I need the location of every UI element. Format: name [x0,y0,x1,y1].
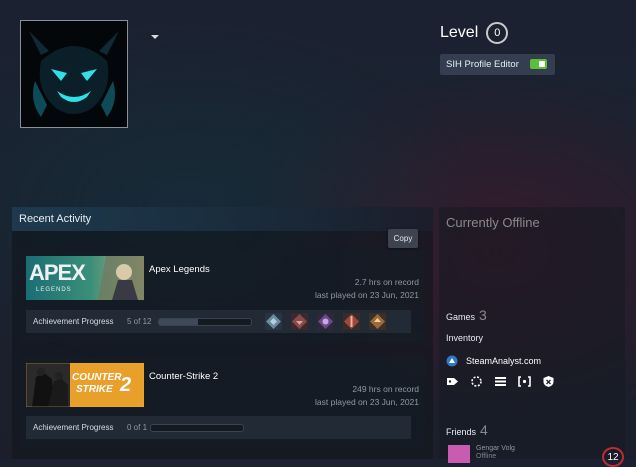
loader-icon[interactable] [470,375,483,388]
cs2-banner-text: COUNTER [72,372,122,383]
copy-tooltip[interactable]: Copy [388,229,418,248]
steamanalyst-label: SteamAnalyst.com [466,356,542,366]
friend-item[interactable]: Gengar Volg Offline 12 [446,443,624,467]
game-name-apex[interactable]: Apex Legends [149,264,210,275]
game-hours-cs2: 249 hrs on record [352,384,419,394]
list-icon[interactable] [494,375,507,388]
level-badge: 0 [486,22,509,44]
friends-label: Friends [446,427,477,437]
recent-activity-title: Recent Activity [19,213,92,225]
cs2-banner-text2: STRIKE [76,384,113,395]
achievement-progress-track [150,424,244,432]
achievement-bar-apex[interactable]: Achievement Progress 5 of 12 [26,310,411,333]
steamanalyst-link[interactable]: SteamAnalyst.com [446,355,541,367]
game-name-cs2[interactable]: Counter-Strike 2 [149,371,218,382]
games-label: Games [446,312,476,322]
achievement-bar-cs2[interactable]: Achievement Progress 0 of 1 [26,416,411,439]
game-last-played-apex: last played on 23 Jun, 2021 [315,290,419,300]
level-display: Level 0 [440,22,509,44]
achievement-label: Achievement Progress [33,423,114,432]
achievement-count: 0 of 1 [127,423,148,432]
achievement-icon[interactable] [317,313,334,330]
bracket-icon[interactable] [518,375,531,388]
achievement-progress-fill [159,319,198,325]
apex-banner-subtext: LEGENDS [36,287,72,293]
game-banner-cs2[interactable]: COUNTER STRIKE 2 [26,363,144,407]
inventory-tool-icons [446,375,555,388]
tag-icon[interactable] [446,375,459,388]
inventory-link[interactable]: Inventory [446,333,483,343]
games-link[interactable]: Games 3 [446,307,487,323]
achievement-icon[interactable] [369,313,386,330]
achievement-icon[interactable] [265,313,282,330]
game-card-cs2: COUNTER STRIKE 2 Counter-Strike 2 249 hr… [19,357,425,449]
game-banner-apex[interactable]: APEX LEGENDS [26,256,144,300]
game-last-played-cs2: last played on 23 Jun, 2021 [315,397,419,407]
friends-count: 4 [480,422,488,438]
achievement-icon[interactable] [291,313,308,330]
profile-side-panel: Currently Offline Games 3 Inventory Steam… [439,207,625,467]
friend-name: Gengar Volg [476,445,515,452]
friend-level-badge: 12 [602,447,624,467]
friends-link[interactable]: Friends 4 [446,422,488,438]
sih-toggle-switch[interactable] [530,59,547,69]
steamanalyst-icon [446,355,458,367]
friend-avatar [448,445,470,463]
online-status: Currently Offline [446,215,540,230]
achievement-label: Achievement Progress [33,317,114,326]
achievement-icon[interactable] [343,313,360,330]
sih-profile-editor-button[interactable]: SIH Profile Editor [440,54,555,75]
game-card-apex: APEX LEGENDS Apex Legends 2.7 hrs on rec… [19,250,425,342]
achievement-progress-track [158,318,252,326]
cs2-banner-number: 2 [120,374,132,396]
achievement-count: 5 of 12 [127,317,152,326]
level-label: Level [440,24,479,41]
recent-activity-header: Recent Activity [12,207,433,231]
apex-banner-text: APEX [29,260,86,285]
chevron-down-icon[interactable] [150,33,160,41]
profile-avatar [20,20,128,128]
game-hours-apex: 2.7 hrs on record [354,277,419,287]
games-count: 3 [479,307,487,323]
sih-profile-editor-label: SIH Profile Editor [446,59,519,70]
shield-icon[interactable] [542,375,555,388]
